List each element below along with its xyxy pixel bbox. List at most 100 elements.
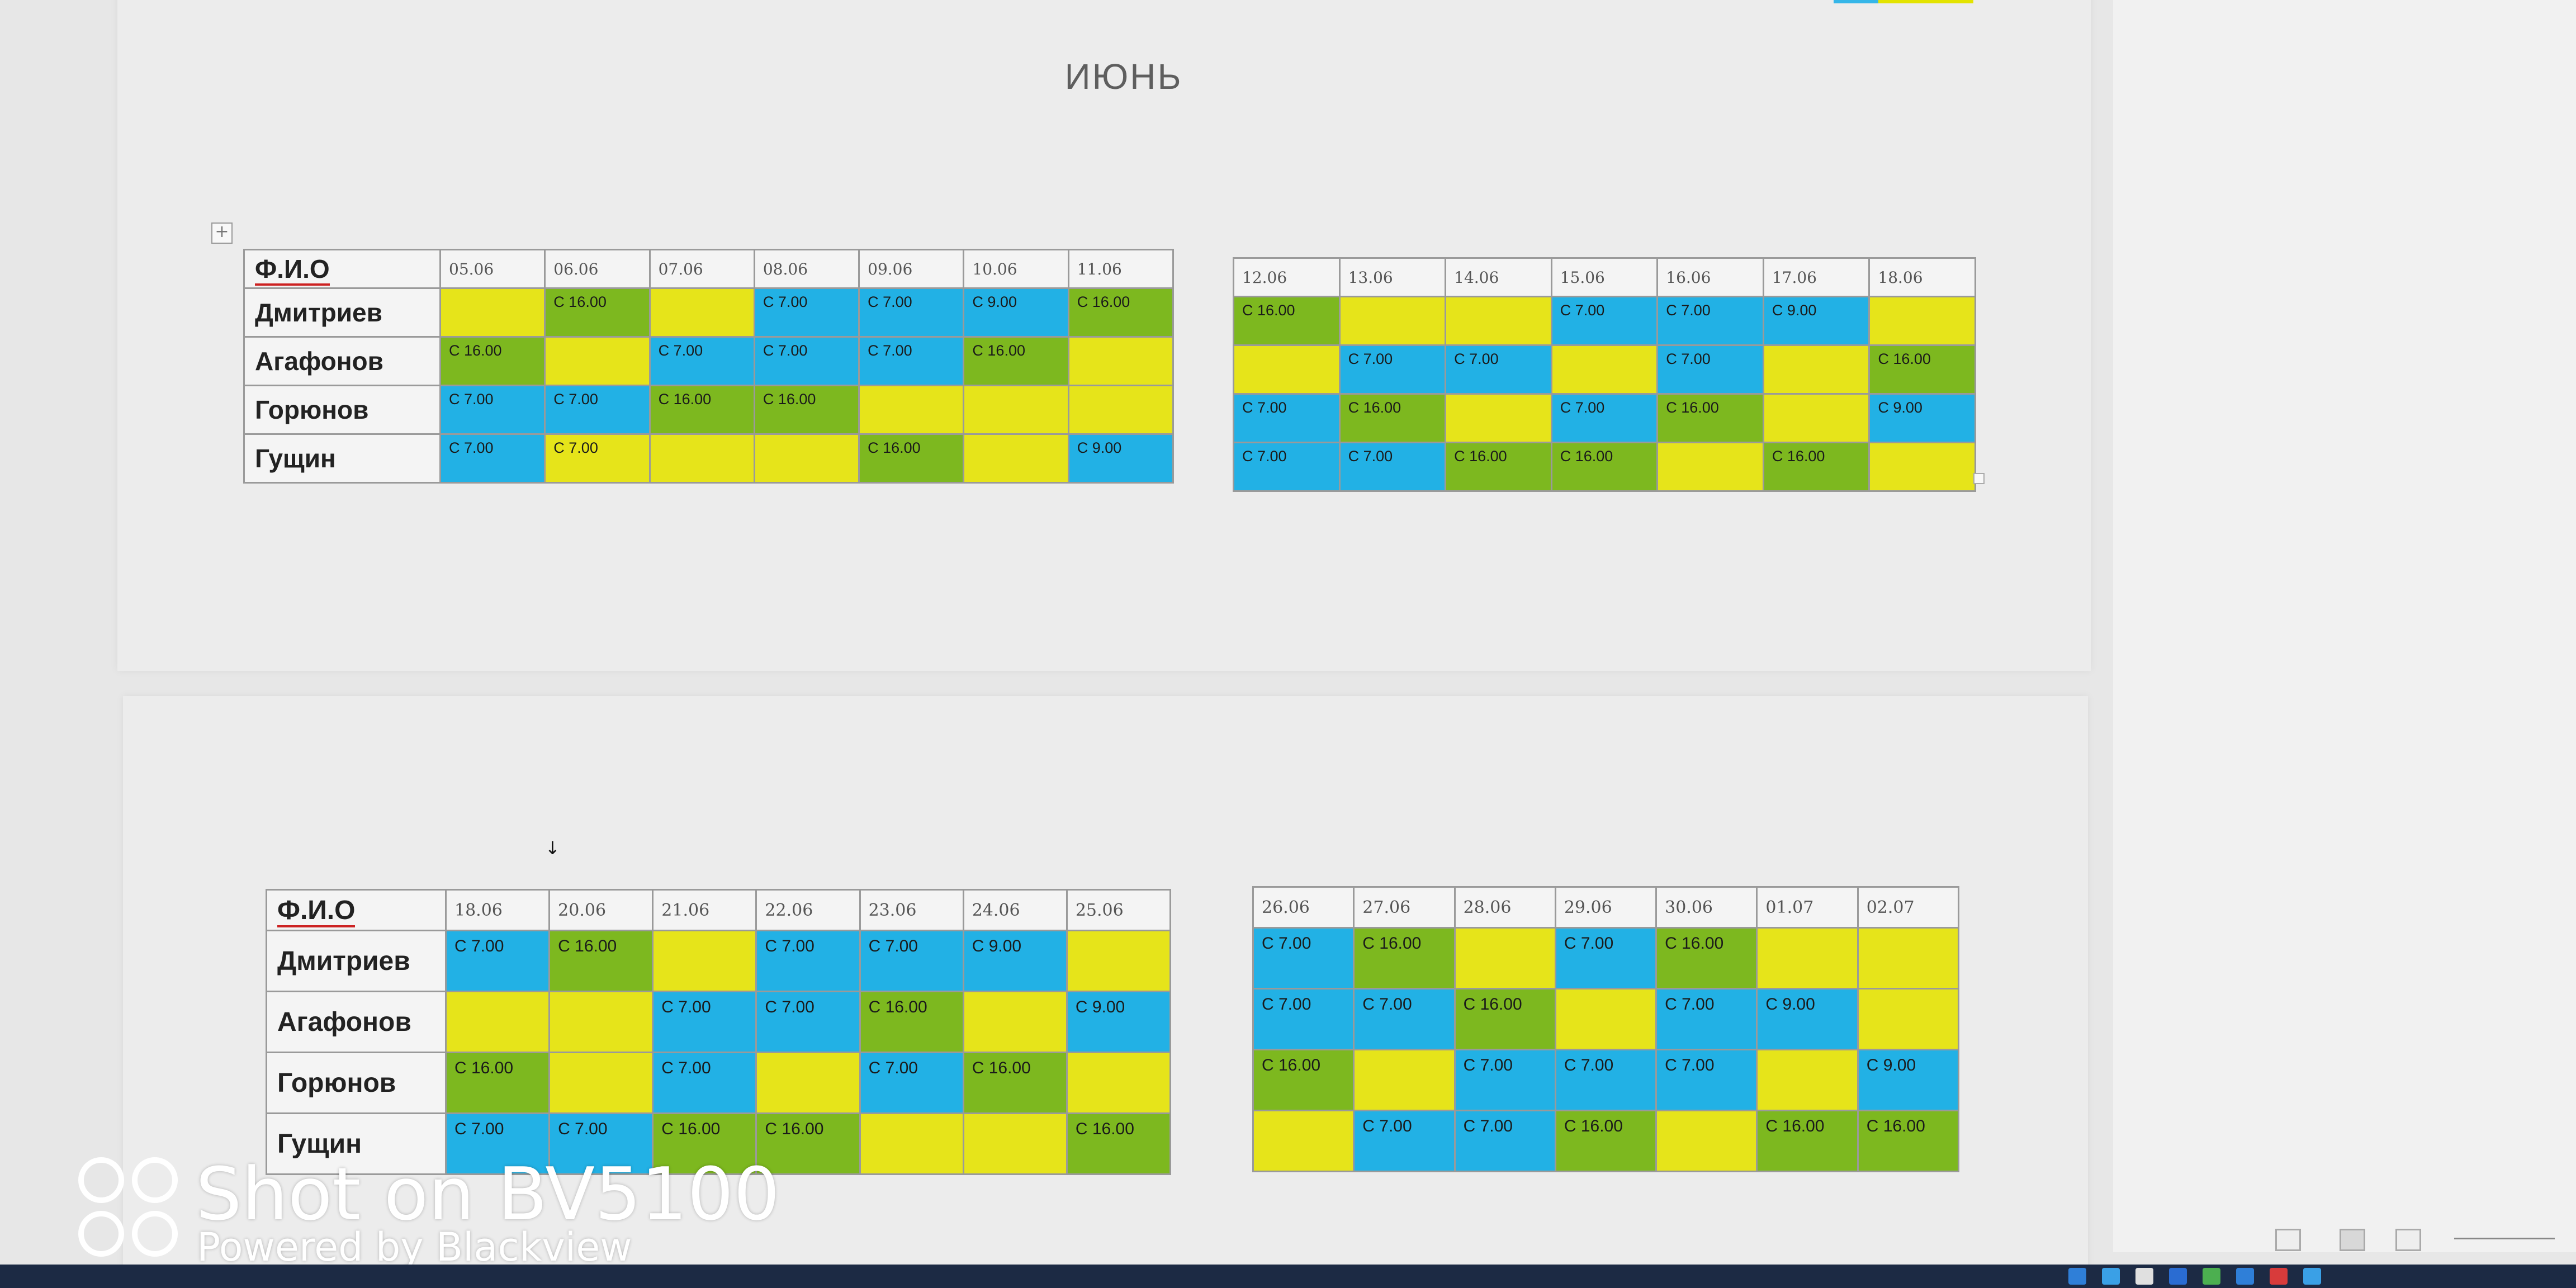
- shift-cell[interactable]: С 7.00: [439, 385, 546, 435]
- shift-cell[interactable]: С 16.00: [1656, 393, 1764, 443]
- shift-cell[interactable]: С 7.00: [439, 433, 546, 484]
- shift-cell[interactable]: [858, 385, 965, 435]
- shift-cell[interactable]: С 16.00: [963, 336, 1069, 386]
- shift-cell[interactable]: С 16.00: [1252, 1049, 1355, 1111]
- shift-cell[interactable]: С 7.00: [1353, 988, 1456, 1050]
- shift-cell[interactable]: [1066, 1052, 1172, 1114]
- shift-cell[interactable]: [1233, 344, 1341, 395]
- shift-cell[interactable]: С 7.00: [1453, 1049, 1556, 1111]
- date-header[interactable]: 18.06: [444, 889, 551, 931]
- read-mode-icon[interactable]: [2275, 1229, 2301, 1251]
- zoom-slider[interactable]: [2454, 1238, 2555, 1239]
- shift-cell[interactable]: С 16.00: [858, 433, 965, 484]
- shift-cell[interactable]: [963, 433, 1069, 484]
- shift-cell[interactable]: С 7.00: [1338, 344, 1447, 395]
- name-column-header[interactable]: Ф.И.О: [243, 249, 441, 289]
- shift-cell[interactable]: С 16.00: [1655, 927, 1758, 989]
- shift-cell[interactable]: [548, 991, 654, 1053]
- shift-cell[interactable]: [1252, 1110, 1355, 1172]
- shift-cell[interactable]: [648, 433, 755, 484]
- shift-cell[interactable]: С 7.00: [1353, 1110, 1456, 1172]
- table-move-handle-icon[interactable]: +: [211, 222, 233, 244]
- shift-cell[interactable]: [1655, 1110, 1758, 1172]
- name-column-header[interactable]: Ф.И.О: [266, 889, 447, 931]
- shift-cell[interactable]: С 7.00: [652, 1052, 757, 1114]
- employee-name[interactable]: Гущин: [243, 433, 441, 484]
- date-header[interactable]: 30.06: [1655, 886, 1758, 929]
- shift-cell[interactable]: С 16.00: [1762, 442, 1871, 492]
- shift-cell[interactable]: С 7.00: [648, 336, 755, 386]
- shift-cell[interactable]: [1756, 1049, 1859, 1111]
- shift-cell[interactable]: С 16.00: [1233, 296, 1341, 346]
- date-header[interactable]: 29.06: [1554, 886, 1658, 929]
- shift-cell[interactable]: С 7.00: [444, 930, 551, 992]
- shift-cell[interactable]: [444, 991, 551, 1053]
- employee-name[interactable]: Дмитриев: [266, 930, 447, 992]
- shift-cell[interactable]: [963, 385, 1069, 435]
- date-header[interactable]: 07.06: [648, 249, 755, 289]
- date-header[interactable]: 10.06: [963, 249, 1069, 289]
- shift-cell[interactable]: С 16.00: [1868, 344, 1976, 395]
- date-header[interactable]: 15.06: [1550, 257, 1659, 297]
- shift-cell[interactable]: С 7.00: [544, 433, 651, 484]
- date-header[interactable]: 09.06: [858, 249, 965, 289]
- taskbar-app-icon[interactable]: [2203, 1268, 2220, 1285]
- employee-name[interactable]: Агафонов: [243, 336, 441, 386]
- taskbar-app-icon[interactable]: [2303, 1268, 2321, 1285]
- shift-cell[interactable]: С 16.00: [1550, 442, 1659, 492]
- shift-cell[interactable]: [753, 433, 860, 484]
- shift-cell[interactable]: [1762, 393, 1871, 443]
- shift-cell[interactable]: [1762, 344, 1871, 395]
- date-header[interactable]: 12.06: [1233, 257, 1341, 297]
- shift-cell[interactable]: [544, 336, 651, 386]
- shift-cell[interactable]: С 7.00: [1233, 442, 1341, 492]
- shift-cell[interactable]: С 16.00: [1066, 1112, 1172, 1175]
- shift-cell[interactable]: [1066, 930, 1172, 992]
- table-resize-handle[interactable]: [1973, 473, 1985, 484]
- shift-cell[interactable]: С 16.00: [648, 385, 755, 435]
- shift-cell[interactable]: С 16.00: [962, 1052, 1068, 1114]
- shift-cell[interactable]: С 7.00: [1445, 344, 1552, 395]
- shift-cell[interactable]: С 7.00: [1656, 296, 1764, 346]
- date-header[interactable]: 21.06: [652, 889, 757, 931]
- shift-cell[interactable]: [1857, 927, 1960, 989]
- date-header[interactable]: 26.06: [1252, 886, 1355, 929]
- shift-cell[interactable]: С 7.00: [753, 287, 860, 338]
- shift-cell[interactable]: [962, 1112, 1068, 1175]
- date-header[interactable]: 06.06: [544, 249, 651, 289]
- shift-cell[interactable]: С 9.00: [1762, 296, 1871, 346]
- shift-cell[interactable]: [1550, 344, 1659, 395]
- date-header[interactable]: 11.06: [1067, 249, 1175, 289]
- taskbar-app-icon[interactable]: [2236, 1268, 2254, 1285]
- date-header[interactable]: 14.06: [1445, 257, 1552, 297]
- shift-cell[interactable]: [652, 930, 757, 992]
- taskbar-app-icon[interactable]: [2135, 1268, 2153, 1285]
- shift-cell[interactable]: С 7.00: [1252, 927, 1355, 989]
- shift-cell[interactable]: С 9.00: [1857, 1049, 1960, 1111]
- shift-cell[interactable]: С 16.00: [444, 1052, 551, 1114]
- shift-cell[interactable]: [962, 991, 1068, 1053]
- shift-cell[interactable]: С 9.00: [1756, 988, 1859, 1050]
- shift-cell[interactable]: [1445, 393, 1552, 443]
- shift-cell[interactable]: С 7.00: [1655, 988, 1758, 1050]
- shift-cell[interactable]: С 16.00: [1857, 1110, 1960, 1172]
- shift-cell[interactable]: С 16.00: [1554, 1110, 1658, 1172]
- shift-cell[interactable]: С 16.00: [859, 991, 964, 1053]
- shift-cell[interactable]: [1868, 296, 1976, 346]
- taskbar-app-icon[interactable]: [2169, 1268, 2187, 1285]
- date-header[interactable]: 25.06: [1066, 889, 1172, 931]
- shift-cell[interactable]: С 16.00: [1453, 988, 1556, 1050]
- shift-cell[interactable]: С 9.00: [963, 287, 1069, 338]
- shift-cell[interactable]: [1067, 336, 1175, 386]
- shift-cell[interactable]: С 7.00: [1554, 1049, 1658, 1111]
- shift-cell[interactable]: С 16.00: [753, 385, 860, 435]
- shift-cell[interactable]: [1453, 927, 1556, 989]
- shift-cell[interactable]: С 7.00: [858, 336, 965, 386]
- taskbar-app-icon[interactable]: [2068, 1268, 2086, 1285]
- date-header[interactable]: 02.07: [1857, 886, 1960, 929]
- shift-cell[interactable]: С 7.00: [753, 336, 860, 386]
- employee-name[interactable]: Дмитриев: [243, 287, 441, 338]
- shift-cell[interactable]: С 7.00: [1655, 1049, 1758, 1111]
- date-header[interactable]: 18.06: [1868, 257, 1976, 297]
- shift-cell[interactable]: [1353, 1049, 1456, 1111]
